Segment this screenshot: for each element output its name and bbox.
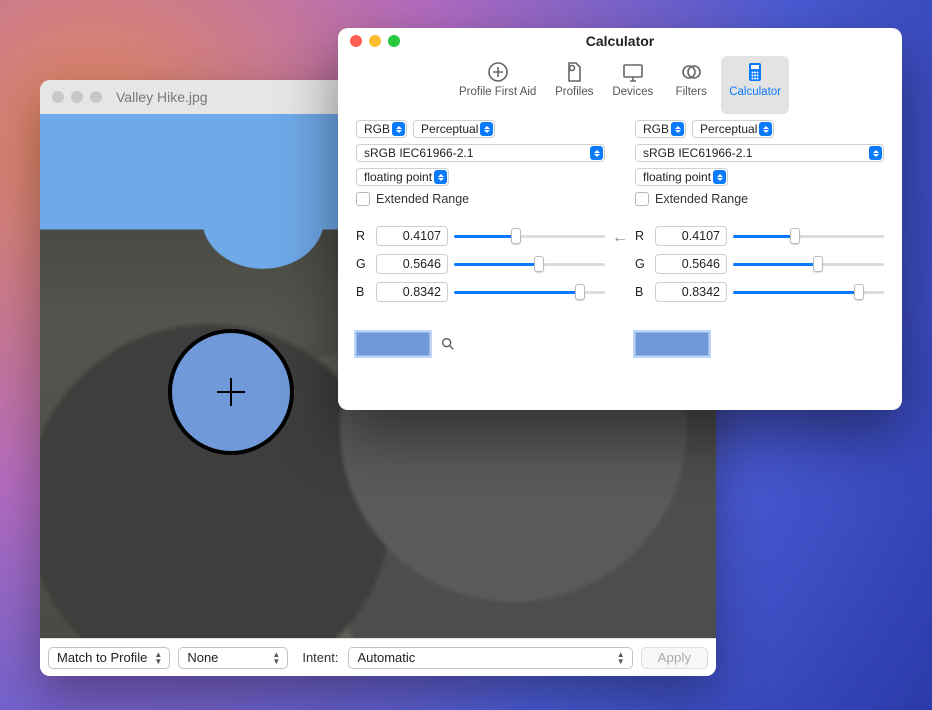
chevrons-icon [434, 170, 447, 184]
minimize-icon[interactable] [71, 91, 83, 103]
zoom-icon[interactable] [90, 91, 102, 103]
toolbar-label: Filters [676, 86, 707, 98]
right-channel-row-b: B 0.8342 [635, 282, 884, 302]
right-channel-row-r: R 0.4107 [635, 226, 884, 246]
plus-circle-icon [486, 60, 510, 84]
right-column: RGB Perceptual sRGB IEC61966-2.1 floatin… [635, 120, 884, 356]
mode-select[interactable]: Match to Profile ▲▼ [48, 647, 170, 669]
chevrons-icon [392, 122, 405, 136]
left-channel-row-r: R 0.4107 [356, 226, 605, 246]
chevrons-icon [869, 146, 882, 160]
chevrons-icon [671, 122, 684, 136]
channel-label: G [356, 257, 370, 271]
right-b-value-field[interactable]: 0.8342 [655, 282, 727, 302]
calculator-toolbar: Profile First Aid Profiles Devices Filte… [338, 54, 902, 114]
left-profile-select[interactable]: sRGB IEC61966-2.1 [356, 144, 605, 162]
toolbar-label: Devices [612, 86, 653, 98]
right-b-slider[interactable] [733, 284, 884, 300]
right-r-slider[interactable] [733, 228, 884, 244]
intent-select-value: Automatic [357, 650, 415, 665]
select-arrows-icon: ▲▼ [614, 650, 628, 666]
right-g-value-field[interactable]: 0.5646 [655, 254, 727, 274]
left-format-select[interactable]: floating point [356, 168, 449, 186]
checkbox-label: Extended Range [655, 192, 748, 206]
image-window-title: Valley Hike.jpg [116, 89, 208, 105]
chevrons-icon [480, 122, 493, 136]
left-b-slider[interactable] [454, 284, 605, 300]
right-g-slider[interactable] [733, 256, 884, 272]
left-g-value-field[interactable]: 0.5646 [376, 254, 448, 274]
chevrons-icon [759, 122, 772, 136]
checkbox-icon [635, 192, 649, 206]
channel-label: B [356, 285, 370, 299]
eyedropper-magnify-icon[interactable] [440, 336, 456, 352]
document-gear-icon [562, 60, 586, 84]
calculator-window: Calculator Profile First Aid Profiles De… [338, 28, 902, 410]
toolbar-filters[interactable]: Filters [663, 56, 719, 114]
profile-select-value: None [187, 650, 218, 665]
right-profile-select[interactable]: sRGB IEC61966-2.1 [635, 144, 884, 162]
calculator-icon [743, 60, 767, 84]
left-channel-row-g: G 0.5646 [356, 254, 605, 274]
left-b-value-field[interactable]: 0.8342 [376, 282, 448, 302]
venn-icon [679, 60, 703, 84]
left-intent-select[interactable]: Perceptual [413, 120, 495, 138]
left-channel-row-b: B 0.8342 [356, 282, 605, 302]
right-r-value-field[interactable]: 0.4107 [655, 226, 727, 246]
chevrons-icon [590, 146, 603, 160]
right-intent-select[interactable]: Perceptual [692, 120, 774, 138]
right-channels: R 0.4107 G 0.5646 B 0.8342 [635, 226, 884, 310]
toolbar-devices[interactable]: Devices [604, 56, 661, 114]
select-arrows-icon: ▲▼ [151, 650, 165, 666]
toolbar-profiles[interactable]: Profiles [546, 56, 602, 114]
left-channels: R 0.4107 G 0.5646 B 0.8342 [356, 226, 605, 310]
left-g-slider[interactable] [454, 256, 605, 272]
calculator-body: RGB Perceptual sRGB IEC61966-2.1 floatin… [338, 114, 902, 368]
apply-button[interactable]: Apply [641, 647, 708, 669]
left-extended-range-checkbox[interactable]: Extended Range [356, 192, 605, 206]
intent-select[interactable]: Automatic ▲▼ [348, 647, 632, 669]
select-arrows-icon: ▲▼ [269, 650, 283, 666]
color-loupe[interactable] [168, 329, 294, 455]
checkbox-icon [356, 192, 370, 206]
chevrons-icon [713, 170, 726, 184]
arrow-left-icon: ← [612, 229, 628, 247]
toolbar-label: Profiles [555, 86, 593, 98]
right-space-select[interactable]: RGB [635, 120, 686, 138]
left-r-value-field[interactable]: 0.4107 [376, 226, 448, 246]
right-format-select[interactable]: floating point [635, 168, 728, 186]
checkbox-label: Extended Range [376, 192, 469, 206]
mode-select-value: Match to Profile [57, 650, 147, 665]
left-space-select[interactable]: RGB [356, 120, 407, 138]
intent-label: Intent: [296, 650, 340, 665]
right-color-swatch [635, 332, 709, 356]
left-color-swatch [356, 332, 430, 356]
channel-label: B [635, 285, 649, 299]
image-window-footer: Match to Profile ▲▼ None ▲▼ Intent: Auto… [40, 638, 716, 676]
left-column: RGB Perceptual sRGB IEC61966-2.1 floatin… [356, 120, 605, 356]
channel-label: G [635, 257, 649, 271]
toolbar-label: Calculator [729, 86, 781, 98]
traffic-lights-inactive [52, 91, 102, 103]
left-r-slider[interactable] [454, 228, 605, 244]
channel-label: R [356, 229, 370, 243]
display-icon [621, 60, 645, 84]
toolbar-label: Profile First Aid [459, 86, 536, 98]
direction-arrow: ← [605, 120, 635, 356]
right-channel-row-g: G 0.5646 [635, 254, 884, 274]
right-extended-range-checkbox[interactable]: Extended Range [635, 192, 884, 206]
calculator-window-title: Calculator [338, 33, 902, 49]
channel-label: R [635, 229, 649, 243]
toolbar-calculator[interactable]: Calculator [721, 56, 789, 114]
toolbar-profile-first-aid[interactable]: Profile First Aid [451, 56, 544, 114]
close-icon[interactable] [52, 91, 64, 103]
calculator-titlebar[interactable]: Calculator [338, 28, 902, 54]
profile-select[interactable]: None ▲▼ [178, 647, 288, 669]
